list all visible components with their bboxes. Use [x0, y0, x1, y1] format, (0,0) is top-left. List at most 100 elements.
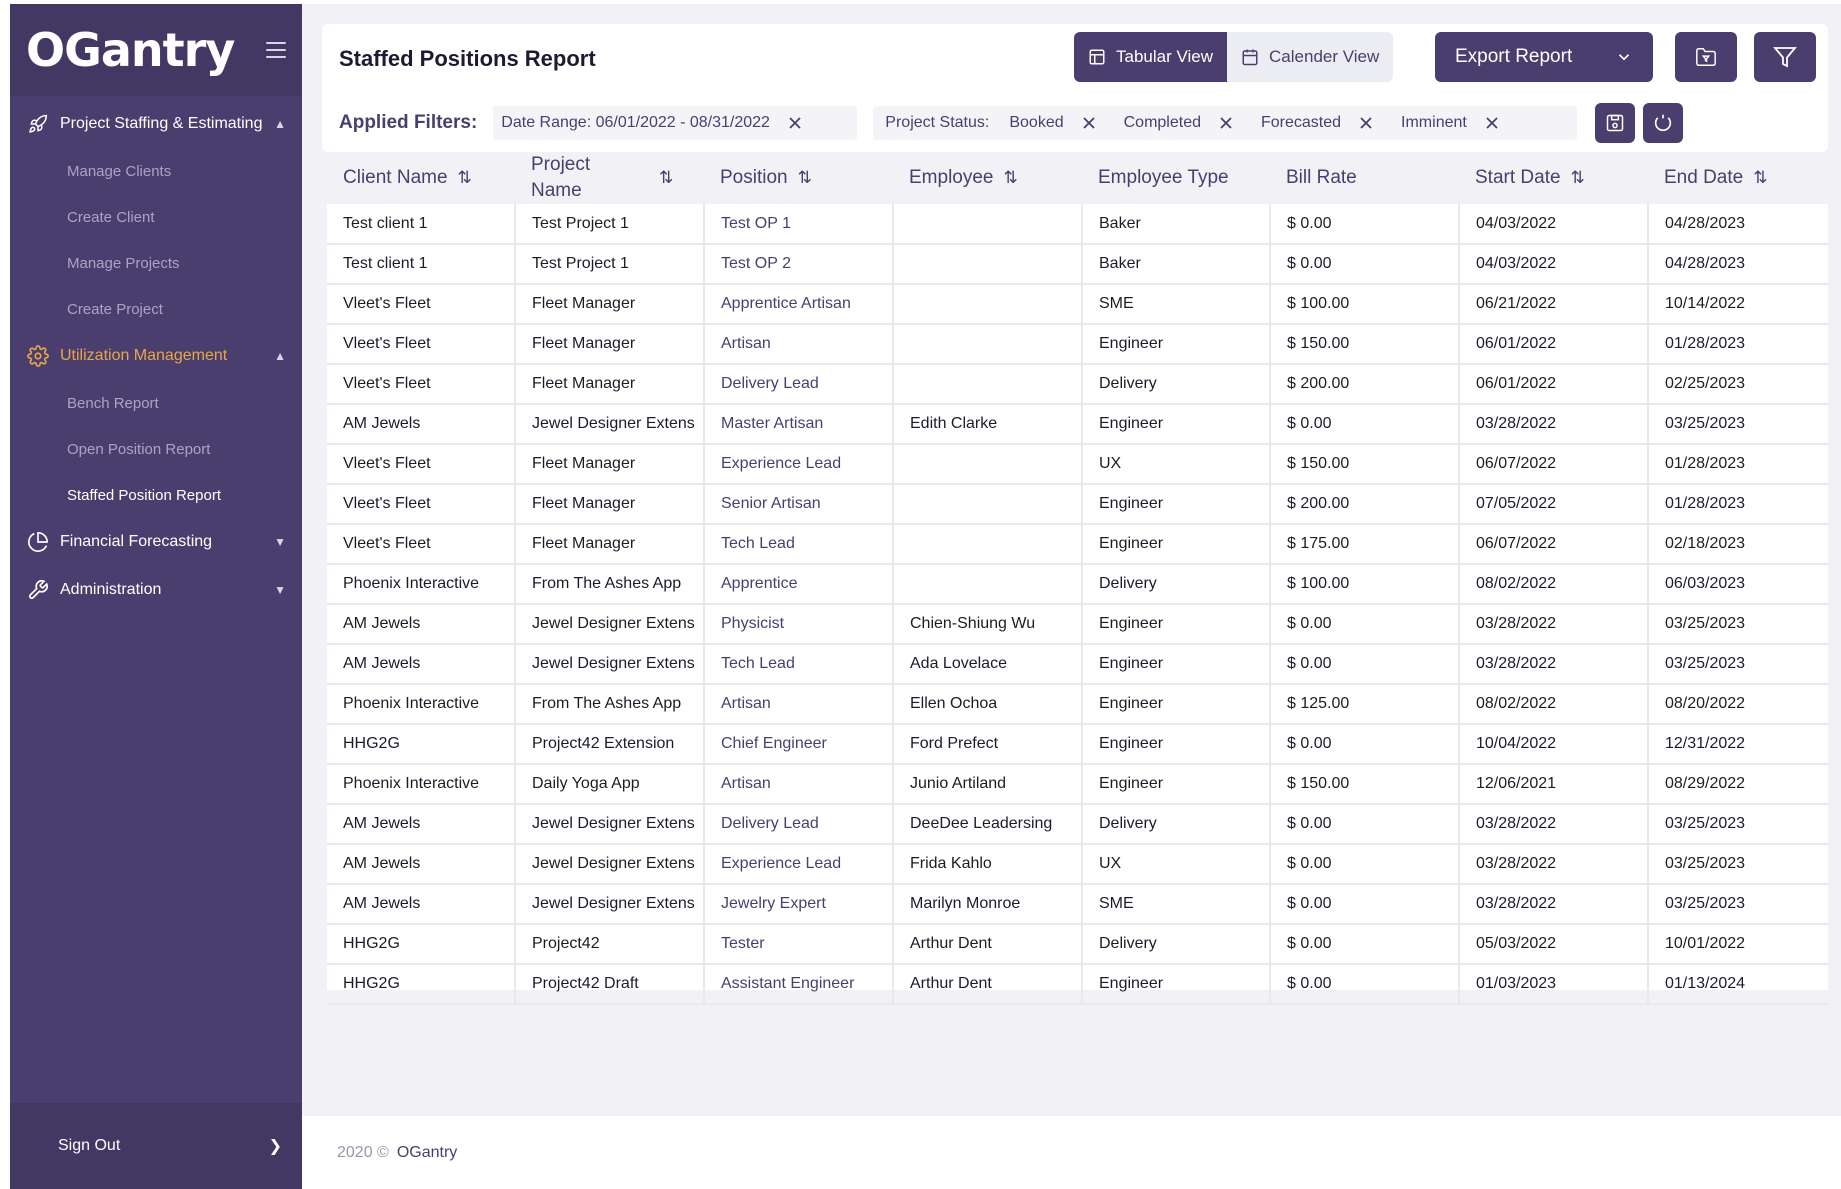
cell-position[interactable]: Apprentice Artisan [704, 284, 894, 325]
close-icon[interactable] [1080, 114, 1098, 132]
cell-start-date: 10/04/2022 [1459, 724, 1649, 765]
sort-icon[interactable]: ⇅ [659, 168, 673, 187]
table-row[interactable]: Vleet's Fleet Fleet Manager Delivery Lead D… [327, 364, 1828, 405]
sort-icon[interactable]: ⇅ [1571, 168, 1585, 187]
cell-employee [893, 564, 1083, 605]
cell-position[interactable]: Experience Lead [704, 444, 894, 485]
table-row[interactable]: Vleet's Fleet Fleet Manager Artisan Enginee… [327, 324, 1828, 365]
cell-position[interactable]: Delivery Lead [704, 364, 894, 405]
table-row[interactable]: Phoenix Interactive From The Ashes App Art… [327, 684, 1828, 725]
status-chip-imminent: Imminent [1401, 114, 1501, 132]
cell-start-date: 03/28/2022 [1459, 884, 1649, 925]
close-icon[interactable] [786, 114, 804, 132]
export-report-button[interactable]: Export Report [1435, 32, 1653, 82]
sidebar-nav: Project Staffing & Estimating ▲ Manage C… [10, 96, 302, 614]
cell-position[interactable]: Artisan [704, 684, 894, 725]
cell-position[interactable]: Test OP 1 [704, 204, 894, 245]
table-row[interactable]: Phoenix Interactive Daily Yoga App Artisan… [327, 764, 1828, 805]
sort-icon[interactable]: ⇅ [798, 168, 812, 187]
cell-position[interactable]: Tech Lead [704, 524, 894, 565]
sort-icon[interactable]: ⇅ [458, 168, 472, 187]
filter-button[interactable] [1754, 32, 1816, 82]
cell-position[interactable]: Test OP 2 [704, 244, 894, 285]
table-row[interactable]: Phoenix Interactive From The Ashes App App… [327, 564, 1828, 605]
cell-position[interactable]: Chief Engineer [704, 724, 894, 765]
sidebar-item-bench-report[interactable]: Bench Report [10, 380, 302, 426]
cell-position[interactable]: Tester [704, 924, 894, 965]
table-row[interactable]: Vleet's Fleet Fleet Manager Tech Lead Engin… [327, 524, 1828, 565]
cell-employee-type: SME [1082, 884, 1271, 925]
cell-position[interactable]: Delivery Lead [704, 804, 894, 845]
cell-position[interactable]: Master Artisan [704, 404, 894, 445]
tabular-view-button[interactable]: Tabular View [1074, 32, 1228, 82]
sign-out-button[interactable]: Sign Out ❯ [10, 1103, 302, 1189]
brand-logo[interactable]: OGantry [26, 23, 235, 77]
nav-group-utilization-management[interactable]: Utilization Management ▲ [10, 332, 302, 380]
cell-client-name: HHG2G [327, 724, 516, 765]
cell-position[interactable]: Assistant Engineer [704, 964, 894, 1005]
cell-client-name: AM Jewels [327, 844, 516, 885]
hamburger-menu-icon[interactable] [266, 42, 286, 58]
saved-filters-folder-button[interactable] [1675, 32, 1737, 82]
table-row[interactable]: AM Jewels Jewel Designer Extens Jewelry Ex… [327, 884, 1828, 925]
calendar-view-button[interactable]: Calender View [1227, 32, 1394, 82]
table-row[interactable]: AM Jewels Jewel Designer Extens Master Art… [327, 404, 1828, 445]
table-row[interactable]: AM Jewels Jewel Designer Extens Physicist C… [327, 604, 1828, 645]
reset-filter-button[interactable] [1643, 103, 1684, 143]
cell-start-date: 07/05/2022 [1459, 484, 1649, 525]
cell-position[interactable]: Jewelry Expert [704, 884, 894, 925]
cell-employee [893, 524, 1083, 565]
footer-brand-link[interactable]: OGantry [397, 1144, 457, 1162]
nav-group-project-staffing[interactable]: Project Staffing & Estimating ▲ [10, 100, 302, 148]
column-header-position[interactable]: Position ⇅ [704, 152, 893, 204]
cell-end-date: 03/25/2023 [1648, 844, 1828, 885]
column-header-start-date[interactable]: Start Date ⇅ [1459, 152, 1648, 204]
cell-position[interactable]: Senior Artisan [704, 484, 894, 525]
cell-employee [893, 364, 1083, 405]
sidebar-item-manage-clients[interactable]: Manage Clients [10, 148, 302, 194]
nav-group-administration[interactable]: Administration ▼ [10, 566, 302, 614]
save-filter-button[interactable] [1595, 103, 1636, 143]
close-icon[interactable] [1357, 114, 1375, 132]
cell-client-name: Vleet's Fleet [327, 364, 516, 405]
cell-bill-rate: $ 0.00 [1270, 644, 1460, 685]
table-row[interactable]: Test client 1 Test Project 1 Test OP 2 Bake… [327, 244, 1828, 285]
sidebar-item-create-client[interactable]: Create Client [10, 194, 302, 240]
sidebar-item-create-project[interactable]: Create Project [10, 286, 302, 332]
table-row[interactable]: HHG2G Project42 Tester Arthur Dent Delivery $… [327, 924, 1828, 965]
column-header-project-name[interactable]: Project Name ⇅ [515, 152, 704, 204]
status-chip-label: Imminent [1401, 114, 1467, 131]
column-header-client-name[interactable]: Client Name ⇅ [327, 152, 515, 204]
sidebar-item-open-position-report[interactable]: Open Position Report [10, 426, 302, 472]
cell-end-date: 03/25/2023 [1648, 884, 1828, 925]
table-row[interactable]: Vleet's Fleet Fleet Manager Apprentice Art… [327, 284, 1828, 325]
cell-client-name: Test client 1 [327, 244, 516, 285]
sort-icon[interactable]: ⇅ [1004, 168, 1018, 187]
table-row[interactable]: Vleet's Fleet Fleet Manager Experience Lea… [327, 444, 1828, 485]
cell-position[interactable]: Apprentice [704, 564, 894, 605]
table-row[interactable]: AM Jewels Jewel Designer Extens Tech Lead A… [327, 644, 1828, 685]
close-icon[interactable] [1483, 114, 1501, 132]
cell-client-name: Vleet's Fleet [327, 444, 516, 485]
sidebar-item-manage-projects[interactable]: Manage Projects [10, 240, 302, 286]
cell-position[interactable]: Artisan [704, 324, 894, 365]
table-row[interactable]: AM Jewels Jewel Designer Extens Delivery L… [327, 804, 1828, 845]
nav-group-financial-forecasting[interactable]: Financial Forecasting ▼ [10, 518, 302, 566]
column-header-label: End Date [1664, 167, 1744, 188]
cell-position[interactable]: Artisan [704, 764, 894, 805]
table-row[interactable]: HHG2G Project42 Extension Chief Engineer Fo… [327, 724, 1828, 765]
table-row[interactable]: HHG2G Project42 Draft Assistant Engineer Ar… [327, 964, 1828, 1005]
sort-icon[interactable]: ⇅ [1753, 168, 1767, 187]
cell-position[interactable]: Tech Lead [704, 644, 894, 685]
table-row[interactable]: Test client 1 Test Project 1 Test OP 1 Bake… [327, 204, 1828, 245]
table-row[interactable]: AM Jewels Jewel Designer Extens Experience… [327, 844, 1828, 885]
cell-position[interactable]: Experience Lead [704, 844, 894, 885]
close-icon[interactable] [1217, 114, 1235, 132]
table-row[interactable]: Vleet's Fleet Fleet Manager Senior Artisan… [327, 484, 1828, 525]
column-header-end-date[interactable]: End Date ⇅ [1648, 152, 1828, 204]
cell-position[interactable]: Physicist [704, 604, 894, 645]
cell-end-date: 03/25/2023 [1648, 404, 1828, 445]
sidebar-item-staffed-position-report[interactable]: Staffed Position Report [10, 472, 302, 518]
column-header-employee[interactable]: Employee ⇅ [893, 152, 1082, 204]
cell-project-name: Jewel Designer Extens [515, 644, 705, 685]
